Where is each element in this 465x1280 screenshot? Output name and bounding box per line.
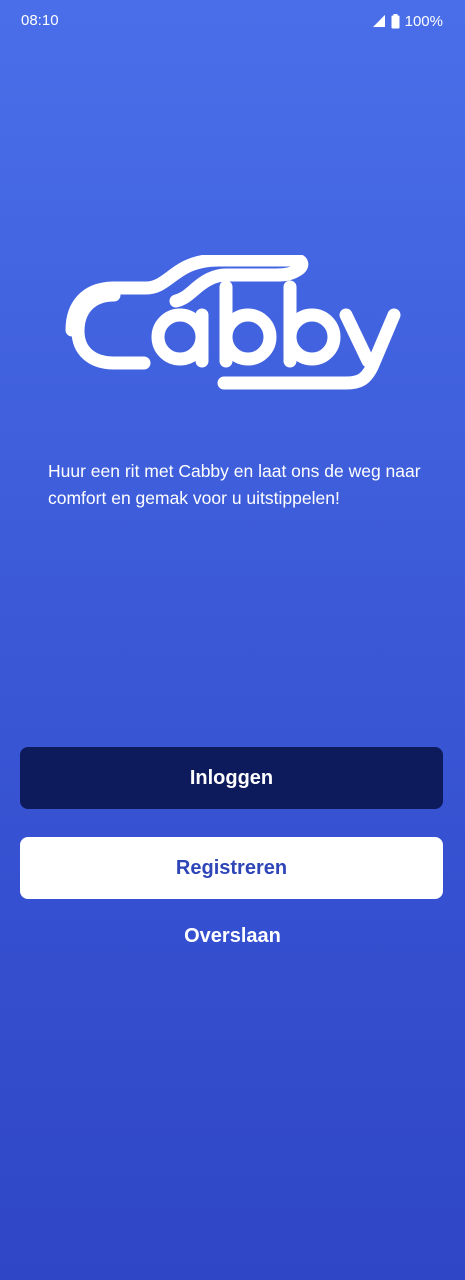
battery-percentage: 100% [404, 12, 443, 30]
skip-link[interactable]: Overslaan [0, 925, 465, 948]
cabby-logo [64, 253, 404, 390]
status-bar: 08:10 100% [0, 0, 465, 44]
status-time: 08:10 [21, 12, 59, 29]
status-icons: 100% [371, 12, 443, 30]
battery-icon [391, 13, 400, 29]
tagline: Huur een rit met Cabby en laat ons de we… [48, 461, 421, 508]
register-button[interactable]: Registreren [20, 837, 443, 899]
login-button[interactable]: Inloggen [20, 747, 443, 809]
signal-icon [371, 14, 386, 28]
